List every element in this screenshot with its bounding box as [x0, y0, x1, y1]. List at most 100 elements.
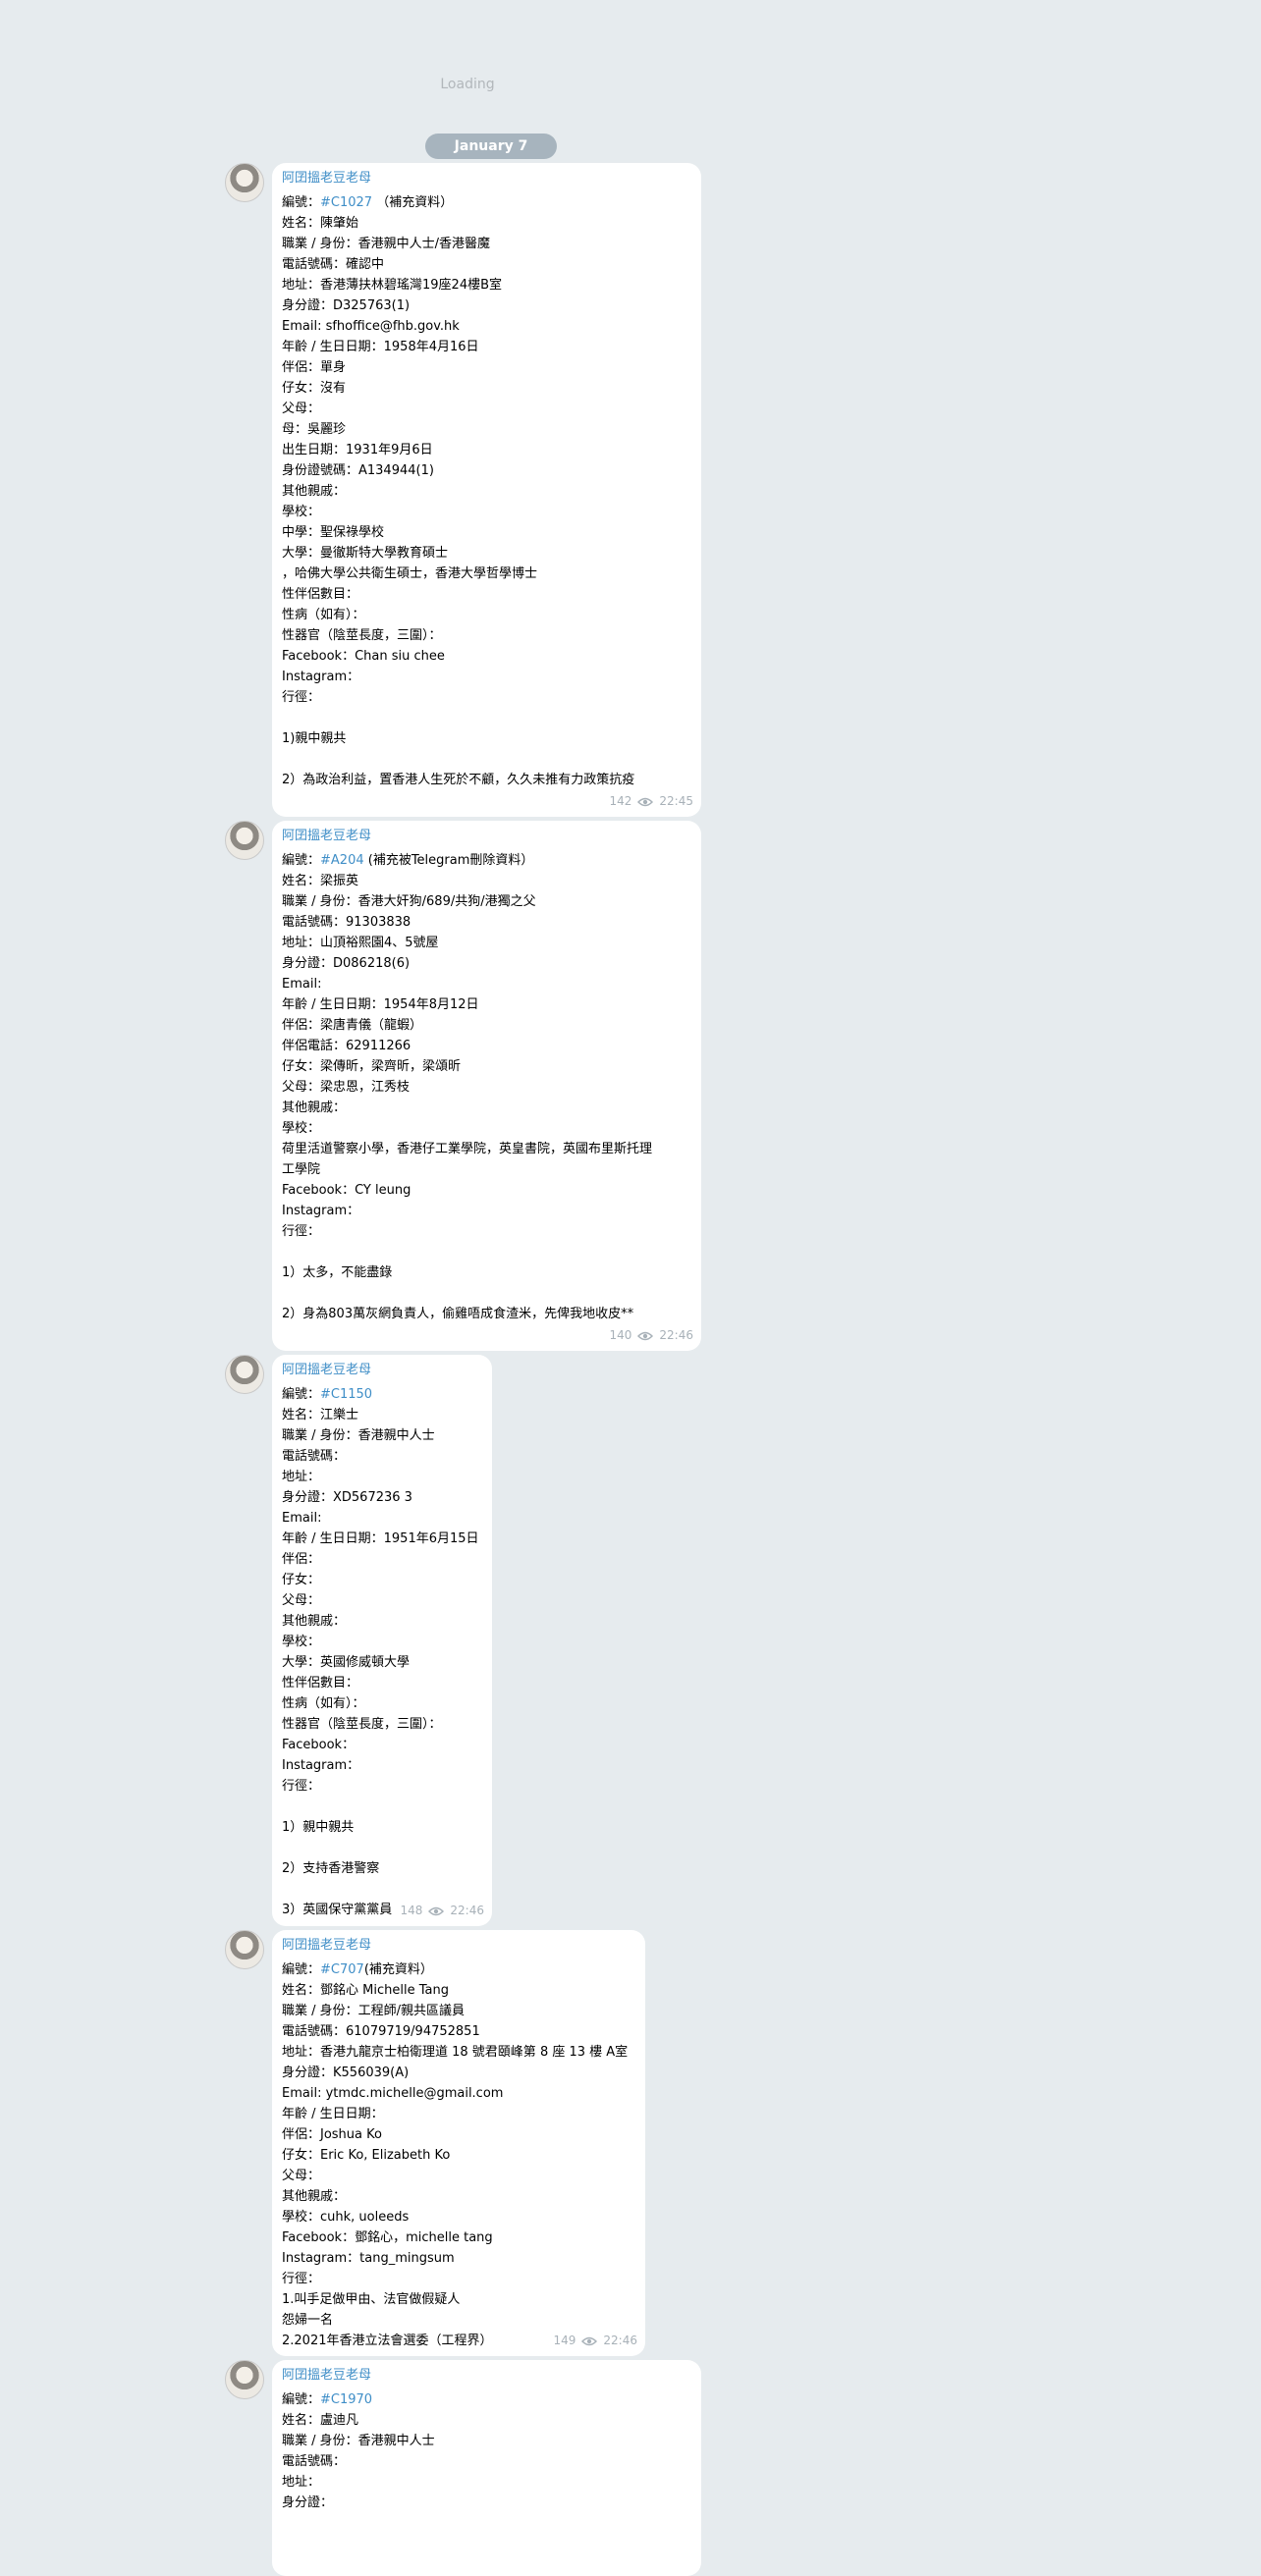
message-text-line: 2）為政治利益，置香港人生死於不顧，久久未推有力政策抗疫: [282, 773, 635, 787]
hashtag-link[interactable]: #C707: [320, 1962, 364, 1977]
message-text-line: 父母：梁忠恩，江秀枝: [282, 1080, 411, 1095]
hashtag-link[interactable]: #C1027: [320, 195, 372, 210]
message-text-line: 學校：: [282, 1121, 321, 1136]
hashtag-link[interactable]: #A204: [320, 853, 364, 868]
field-label: 編號：: [282, 1387, 321, 1402]
eye-icon: [581, 2336, 598, 2345]
message-text-line: 荷里活道警察小學，香港仔工業學院，英皇書院，英國布里斯托理: [282, 1142, 653, 1156]
message-text-line: 職業 / 身份：香港親中人士: [282, 2434, 435, 2448]
message-bubble[interactable]: 阿囝搵老豆老母 編號：#C1970 姓名：盧迪凡職業 / 身份：香港親中人士 電話號碼…: [272, 2360, 701, 2576]
message-text-line: 仔女：: [282, 1573, 321, 1587]
message-text-line: 學校：: [282, 1635, 321, 1649]
message-text-line: 行徑：: [282, 2272, 321, 2286]
message-text-line: Email:: [282, 1511, 322, 1526]
hashtag-link[interactable]: #C1970: [320, 2392, 372, 2407]
field-label: 編號：: [282, 853, 321, 868]
message-time: 22:46: [659, 1328, 693, 1342]
avatar[interactable]: [225, 163, 264, 202]
view-count: 148: [400, 1904, 423, 1917]
message-text-line: 職業 / 身份：工程師/親共區議員: [282, 2004, 466, 2018]
message-text-line: 年齡 / 生日日期：1951年6月15日: [282, 1531, 479, 1546]
message-text-line: 大學：英國修威頓大學: [282, 1655, 411, 1670]
message-text-line: 姓名：盧迪凡: [282, 2413, 359, 2428]
message-text-line: Instagram：: [282, 1758, 360, 1773]
eye-icon: [428, 1906, 445, 1915]
message-text-line: 電話號碼：91303838: [282, 915, 411, 930]
sender-name[interactable]: 阿囝搵老豆老母: [282, 1937, 635, 1955]
message-text-line: 中學：聖保祿學校: [282, 525, 385, 540]
message-text-line: 其他親戚：: [282, 1614, 347, 1629]
message-text-line: 年齡 / 生日日期：: [282, 2107, 384, 2121]
sender-name[interactable]: 阿囝搵老豆老母: [282, 1362, 482, 1379]
message-text-line: 年齡 / 生日日期：1958年4月16日: [282, 340, 479, 354]
message-text-line: 性病（如有）：: [282, 1696, 365, 1711]
message-time: 22:45: [659, 794, 693, 808]
message-bubble[interactable]: 阿囝搵老豆老母 編號：#A204 (補充被Telegram刪除資料） 姓名：梁振英職…: [272, 821, 701, 1351]
message-text-line: 編號：#C1027 （補充資料）: [282, 192, 691, 213]
sender-name[interactable]: 阿囝搵老豆老母: [282, 170, 691, 188]
message-text-line: 職業 / 身份：香港親中人士: [282, 1428, 435, 1443]
message-text-line: 地址：: [282, 1470, 321, 1484]
message-text-line: [282, 1838, 482, 1858]
message-text-line: 地址：香港薄扶林碧瑤灣19座24樓B室: [282, 278, 503, 293]
message-meta: 148 22:46: [401, 1901, 485, 1921]
message-text-line: 身分證：D086218(6): [282, 956, 411, 971]
message-text-line: 身分證：XD567236 3: [282, 1490, 412, 1505]
message-text-line: Instagram：tang_mingsum: [282, 2251, 455, 2266]
field-note: （補充資料）: [372, 195, 454, 210]
avatar[interactable]: [225, 821, 264, 860]
message-text-line: 學校：: [282, 505, 321, 519]
message-bubble[interactable]: 阿囝搵老豆老母 編號：#C1150 姓名：江樂士職業 / 身份：香港親中人士 電話號碼…: [272, 1355, 492, 1926]
view-count: 149: [553, 2334, 576, 2347]
message-text-line: 電話號碼：: [282, 2454, 347, 2469]
message-text-line: 電話號碼：61079719/94752851: [282, 2024, 480, 2039]
message-text-line: 姓名：陳肇始: [282, 216, 359, 231]
message-text-line: 電話號碼：: [282, 1449, 347, 1464]
message-text-line: [282, 1283, 691, 1304]
message-text-line: [282, 1797, 482, 1817]
message-text-line: 姓名：江樂士: [282, 1408, 359, 1422]
avatar[interactable]: [225, 1930, 264, 1969]
message-text-line: 伴侶電話：62911266: [282, 1039, 411, 1053]
sender-name[interactable]: 阿囝搵老豆老母: [282, 828, 691, 845]
avatar[interactable]: [225, 2360, 264, 2399]
message-text-line: 伴侶：單身: [282, 360, 347, 375]
field-label: 編號：: [282, 1962, 321, 1977]
sender-name[interactable]: 阿囝搵老豆老母: [282, 2367, 691, 2385]
message-text-line: Facebook：: [282, 1738, 356, 1752]
message-text-line: Facebook：Chan siu chee: [282, 649, 445, 664]
message-meta: 149 22:46: [554, 2331, 638, 2351]
message-text-line: 姓名：梁振英: [282, 874, 359, 888]
date-separator: January 7: [425, 134, 557, 159]
message-bubble[interactable]: 阿囝搵老豆老母 編號：#C707(補充資料） 姓名：鄧銘心 Michelle Tan…: [272, 1930, 645, 2356]
avatar[interactable]: [225, 1355, 264, 1394]
message-text-line: Facebook：鄧銘心，michelle tang: [282, 2230, 493, 2245]
message-text-line: 母：吳麗珍: [282, 422, 347, 437]
message-time: 22:46: [603, 2334, 637, 2347]
message-text-line: 地址：: [282, 2475, 321, 2490]
field-note: (補充被Telegram刪除資料）: [363, 853, 534, 868]
message-text-line: [282, 708, 691, 728]
message-text-line: 仔女：梁傳昕，梁齊昕，梁頌昕: [282, 1059, 462, 1074]
message-text-line: 伴侶：: [282, 1552, 321, 1567]
message-text-line: 年齡 / 生日日期：1954年8月12日: [282, 997, 479, 1012]
message-text-line: 編號：#C707(補充資料）: [282, 1959, 635, 1980]
message-text-line: 仔女：Eric Ko, Elizabeth Ko: [282, 2148, 451, 2163]
hashtag-link[interactable]: #C1150: [320, 1387, 372, 1402]
message-bubble[interactable]: 阿囝搵老豆老母 編號：#C1027 （補充資料） 姓名：陳肇始 職業 / 身份：香港親…: [272, 163, 701, 817]
message-text-line: 性器官（陰莖長度，三圍）：: [282, 628, 442, 643]
message-text-line: Email: ytmdc.michelle@gmail.com: [282, 2086, 504, 2101]
message-text-line: [282, 1242, 691, 1262]
message-text-line: 1)親中親共: [282, 731, 347, 746]
field-label: 編號：: [282, 2392, 321, 2407]
message-meta: 142 22:45: [610, 791, 694, 812]
message-text-line: 身分證：K556039(A): [282, 2066, 410, 2080]
eye-icon: [637, 1331, 654, 1340]
eye-icon: [637, 797, 654, 806]
message-text-line: 行徑：: [282, 1224, 321, 1239]
message-text-line: Email:: [282, 977, 322, 992]
message-text-line: Facebook：CY leung: [282, 1183, 411, 1198]
message-text-line: 2）身為803萬灰網負責人，偷雞唔成食渣米，先俾我地收皮**: [282, 1307, 634, 1321]
message-text-line: Instagram：: [282, 670, 360, 684]
message-text-line: 性病（如有）：: [282, 608, 365, 622]
